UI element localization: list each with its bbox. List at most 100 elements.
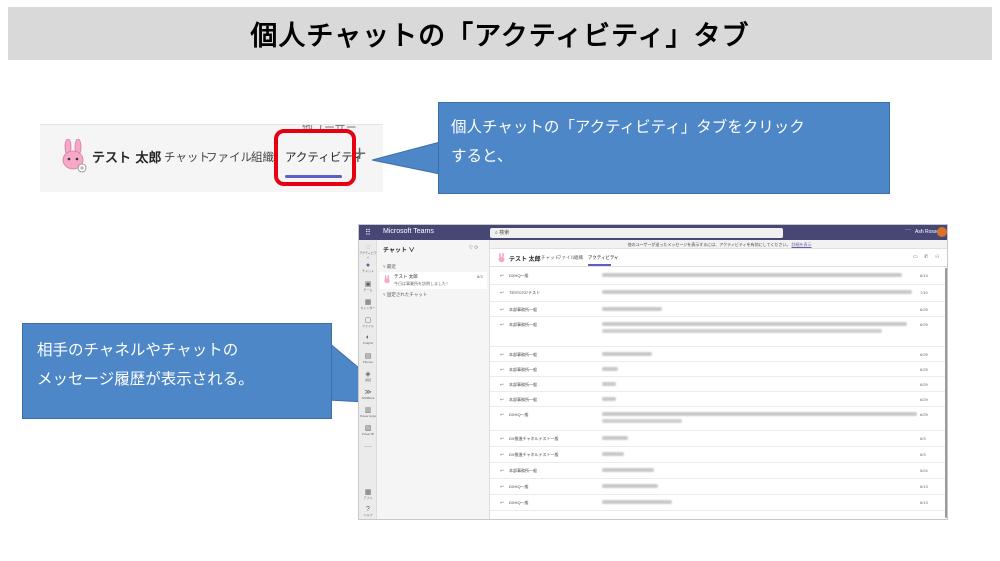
callout-line: メッセージ履歴が表示される。 bbox=[37, 370, 254, 388]
scrollbar[interactable] bbox=[945, 268, 947, 518]
teams-icon: ▣ bbox=[364, 281, 372, 288]
blurred-message bbox=[602, 484, 658, 488]
channel-name: 本部事務所一般 bbox=[509, 307, 537, 312]
reply-icon: ↩ bbox=[500, 307, 504, 312]
callout-line: すると、 bbox=[451, 147, 513, 165]
tab-chat[interactable]: チャット bbox=[164, 149, 210, 165]
callout-line: 相手のチャネルやチャットの bbox=[37, 341, 239, 359]
rail-more[interactable]: … bbox=[359, 442, 377, 449]
chat-main-pane: 他のユーザーが送ったメッセージを表示するには、アクティビティを有効にしてください… bbox=[490, 240, 947, 519]
file-icon: ▢ bbox=[364, 317, 372, 324]
message-date: 6/3 bbox=[920, 452, 926, 457]
blurred-message bbox=[602, 322, 907, 326]
chat-list-header[interactable]: チャット ∨ bbox=[383, 245, 415, 254]
blurred-message bbox=[602, 367, 618, 371]
more-icon: … bbox=[364, 442, 372, 449]
reply-icon: ↩ bbox=[500, 273, 504, 278]
message-date: 6/13 bbox=[920, 484, 928, 489]
rail-calls[interactable]: ◈ 通話 bbox=[359, 370, 377, 382]
search-input[interactable]: ⌕ 検索 bbox=[490, 228, 783, 238]
chat-partner-name: テスト 太郎 bbox=[92, 151, 162, 166]
blurred-message bbox=[602, 352, 652, 356]
reply-icon: ↩ bbox=[500, 412, 504, 417]
rail-chat[interactable]: ● チャット bbox=[359, 262, 377, 273]
table-row[interactable]: ↩ DX推進チャネルテスト一般 6/3 bbox=[490, 447, 947, 463]
rail-apps[interactable]: ▦ アプリ bbox=[359, 488, 377, 500]
callout-click-activity: 個人チャットの「アクティビティ」タブをクリック すると、 bbox=[438, 102, 890, 194]
message-date: 6/29 bbox=[920, 367, 928, 372]
reply-icon: ↩ bbox=[500, 397, 504, 402]
app-rail: ◌ アクティビティ ● チャット ▣ チーム ▦ カレンダー ▢ ファイル ◐ Insigh… bbox=[359, 240, 377, 519]
more-options-icon[interactable]: ··· bbox=[905, 227, 911, 233]
user-name: Ash Rosse bbox=[915, 229, 940, 235]
channel-name: DXHQ一般 bbox=[509, 484, 529, 489]
reply-icon: ↩ bbox=[500, 322, 504, 327]
phone-icon[interactable]: ✆ bbox=[924, 254, 928, 260]
tab-org[interactable]: 組織 bbox=[574, 255, 583, 261]
rail-files[interactable]: ▢ ファイル bbox=[359, 316, 377, 328]
message-date: 6/13 bbox=[920, 273, 928, 278]
table-row[interactable]: ↩ DXHQ一般 6/13 bbox=[490, 268, 947, 285]
chat-header: テスト 太郎 チャット ファイル 組織 アクティビティ + ▭ ✆ ⚇ bbox=[490, 249, 947, 267]
notice-link[interactable]: 詳細を表示 bbox=[792, 242, 812, 247]
message-date: 6/29 bbox=[920, 397, 928, 402]
rail-activity[interactable]: ◌ アクティビティ bbox=[359, 244, 377, 259]
blurred-message bbox=[602, 382, 616, 386]
table-row[interactable]: ↩ 本部事務所一般 6/29 bbox=[490, 317, 947, 347]
channel-name: 本部事務所一般 bbox=[509, 382, 537, 387]
table-row[interactable]: ↩ 本部事務所一般 6/29 bbox=[490, 302, 947, 317]
people-icon[interactable]: ⚇ bbox=[935, 254, 939, 260]
blurred-message bbox=[602, 290, 912, 294]
app-launcher-icon[interactable]: ⠿ bbox=[365, 228, 371, 237]
tab-org[interactable]: 組織 bbox=[251, 149, 274, 165]
avatar[interactable] bbox=[937, 227, 947, 237]
reply-icon: ↩ bbox=[500, 452, 504, 457]
filter-icon[interactable]: ▽ ⟳ bbox=[469, 245, 478, 251]
section-recent[interactable]: ˅ 最近 bbox=[383, 264, 396, 270]
table-row[interactable]: ↩ DX推進チャネルテスト一般 6/3 bbox=[490, 431, 947, 447]
activity-icon: ◌ bbox=[365, 244, 371, 251]
table-row[interactable]: ↩ 本部事務所一般 6/29 bbox=[490, 347, 947, 362]
blurred-message bbox=[602, 273, 902, 277]
reply-icon: ↩ bbox=[500, 484, 504, 489]
page-title: 個人チャットの「アクティビティ」タブ bbox=[250, 21, 750, 52]
active-tab-indicator bbox=[588, 264, 611, 266]
rail-teams[interactable]: ▣ チーム bbox=[359, 280, 377, 292]
apps-icon: ▦ bbox=[364, 489, 372, 496]
table-row[interactable]: ↩ DXHQ一般 6/13 bbox=[490, 495, 947, 511]
search-placeholder: 検索 bbox=[499, 230, 510, 236]
rail-calendar[interactable]: ▦ カレンダー bbox=[359, 298, 377, 310]
activity-list: ↩ DXHQ一般 6/13 ↩ TEST0707テスト 7/10 ↩ 本部事務所一般 6/2… bbox=[490, 268, 947, 511]
app-title: Microsoft Teams bbox=[383, 228, 434, 235]
table-row[interactable]: ↩ DXHQ一般 6/13 bbox=[490, 479, 947, 495]
tab-files[interactable]: ファイル bbox=[206, 149, 252, 165]
rail-power-bi[interactable]: ▧ Power BI bbox=[359, 424, 377, 436]
blurred-message bbox=[602, 419, 682, 423]
table-row[interactable]: ↩ 本部事務所一般 5/24 bbox=[490, 463, 947, 479]
section-pinned[interactable]: ˅ 固定されたチャット bbox=[383, 292, 427, 298]
table-row[interactable]: ↩ 本部事務所一般 6/29 bbox=[490, 377, 947, 392]
channel-name: DXHQ一般 bbox=[509, 500, 529, 505]
table-row[interactable]: ↩ 本部事務所一般 6/29 bbox=[490, 392, 947, 407]
message-date: 5/24 bbox=[920, 468, 928, 473]
phone-icon: ◈ bbox=[365, 371, 371, 378]
insights-icon: ◐ bbox=[365, 334, 371, 341]
video-call-icon[interactable]: ▭ bbox=[913, 254, 918, 260]
table-row[interactable]: ↩ DXHQ一般 6/29 bbox=[490, 407, 947, 431]
rail-help[interactable]: ? ヘルプ bbox=[359, 506, 377, 517]
list-item[interactable]: テスト 太郎 今日は事業所を訪問しました！ 8/3 bbox=[380, 272, 487, 289]
message-date: 6/29 bbox=[920, 322, 928, 327]
rail-power-apps[interactable]: ▥ Power Apps bbox=[359, 406, 377, 418]
table-row[interactable]: ↩ 本部事務所一般 6/29 bbox=[490, 362, 947, 377]
rail-insights[interactable]: ◐ Insights bbox=[359, 334, 377, 345]
callout-history-shown: 相手のチャネルやチャットの メッセージ履歴が表示される。 bbox=[22, 323, 332, 419]
channel-name: DX推進チャネルテスト一般 bbox=[509, 436, 559, 441]
rail-shiftbook[interactable]: ≫ ShiftBook bbox=[359, 388, 377, 400]
tab-files[interactable]: ファイル bbox=[557, 255, 575, 261]
channel-name: 本部事務所一般 bbox=[509, 468, 537, 473]
add-tab-icon[interactable]: + bbox=[614, 255, 617, 260]
table-row[interactable]: ↩ TEST0707テスト 7/10 bbox=[490, 285, 947, 302]
notice-banner: 他のユーザーが送ったメッセージを表示するには、アクティビティを有効にしてください… bbox=[490, 240, 947, 249]
rail-planner[interactable]: ▤ Planner bbox=[359, 352, 377, 364]
chat-partner-name: テスト 太郎 bbox=[509, 257, 541, 263]
